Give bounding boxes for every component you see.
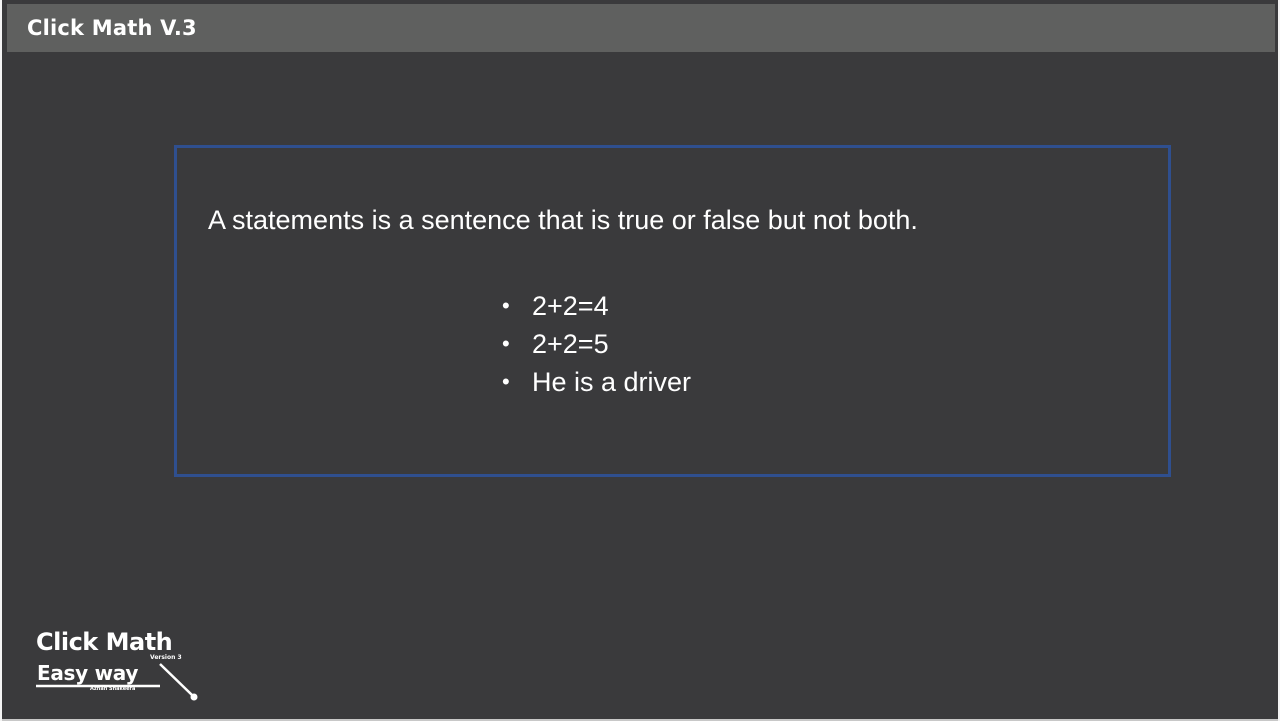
slide: Click Math V.3 A statements is a sentenc…: [2, 0, 1278, 721]
definition-text: A statements is a sentence that is true …: [208, 205, 918, 235]
page-title: Click Math V.3: [27, 16, 197, 40]
examples-list: • 2+2=4 • 2+2=5 • He is a driver: [499, 287, 691, 401]
title-bar: Click Math V.3: [7, 4, 1275, 52]
logo-subtitle: Easy way: [37, 661, 139, 685]
list-item: • 2+2=5: [499, 325, 691, 363]
logo-version: Version 3: [150, 654, 182, 661]
bullet-icon: •: [502, 331, 510, 356]
click-math-logo: Click Math Version 3 Easy way Azhan Shak…: [32, 626, 212, 706]
bullet-icon: •: [502, 293, 510, 318]
definition-box: A statements is a sentence that is true …: [174, 145, 1171, 477]
example-text: 2+2=4: [532, 291, 609, 321]
example-text: 2+2=5: [532, 329, 609, 359]
example-text: He is a driver: [532, 367, 692, 397]
bullet-icon: •: [502, 369, 510, 394]
logo-title: Click Math: [36, 628, 173, 656]
list-item: • 2+2=4: [499, 287, 691, 325]
logo-author: Azhan Shakeera: [90, 686, 136, 692]
list-item: • He is a driver: [499, 363, 691, 401]
